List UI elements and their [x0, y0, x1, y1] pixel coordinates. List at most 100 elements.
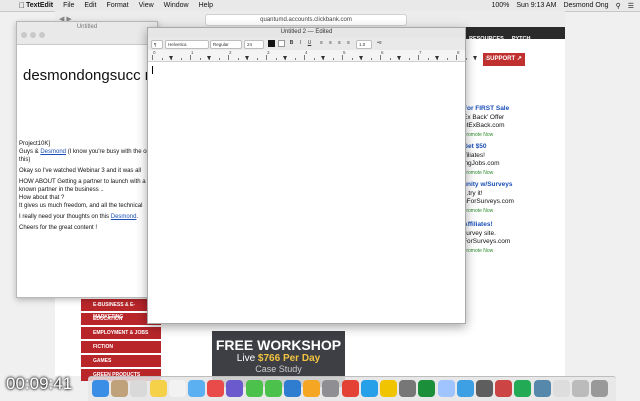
menu-view[interactable]: View [139, 2, 154, 9]
close-icon[interactable] [21, 32, 27, 38]
promote-link[interactable]: Promote Now [463, 207, 563, 216]
document-heading[interactable]: desmondongsucc m [23, 66, 157, 85]
ad-item[interactable]: unity w/Surveys ...try it! hForSurveys.c… [463, 181, 563, 215]
dock-app-icon[interactable] [168, 380, 186, 397]
dock-app-icon[interactable] [341, 380, 359, 397]
dock-app-icon[interactable] [111, 380, 129, 397]
paragraph-style-select[interactable]: ¶ [151, 40, 163, 49]
nav-pytch[interactable]: PYTCH [508, 36, 535, 42]
dock-app-icon[interactable] [380, 380, 397, 397]
ad-title[interactable]: Affiliates! [463, 221, 563, 230]
dock-app-icon[interactable] [591, 380, 609, 397]
font-family-select[interactable]: Helvetica [165, 40, 209, 49]
dock-app-icon[interactable] [303, 380, 321, 397]
zoom-icon[interactable] [39, 32, 45, 38]
user-name[interactable]: Desmond Ong [563, 2, 608, 9]
ruler-tick [351, 58, 353, 60]
tab-stop-marker[interactable] [207, 56, 211, 60]
dock-app-icon[interactable] [188, 380, 205, 397]
category-item[interactable]: EMPLOYMENT & JOBS [81, 327, 161, 339]
tab-stop-marker[interactable] [169, 56, 173, 60]
tab-stop-marker[interactable] [245, 56, 249, 60]
dock-app-icon[interactable] [245, 380, 263, 397]
dock-app-icon[interactable] [207, 380, 225, 397]
ruler-tick [465, 58, 467, 60]
dock-app-icon[interactable] [284, 380, 301, 397]
dock-app-icon[interactable] [130, 380, 148, 397]
dock-app-icon[interactable] [437, 380, 455, 397]
ad-title[interactable]: For FIRST Sale [463, 105, 563, 114]
support-button[interactable]: SUPPORT ↗ [483, 53, 525, 66]
dock-app-icon[interactable] [572, 380, 589, 397]
paragraph: HOW ABOUT Getting a partner to launch wi… [19, 179, 157, 209]
italic-button[interactable]: I [297, 40, 304, 47]
minimize-icon[interactable] [30, 32, 36, 38]
menu-list-icon[interactable]: ☰ [628, 2, 634, 10]
text-color-swatch[interactable] [268, 40, 275, 47]
textedit-window-front[interactable]: Untitled 2 — Edited ¶ Helvetica Regular … [147, 27, 486, 324]
promote-link[interactable]: Promote Now [463, 169, 563, 178]
nav-resources[interactable]: RESOURCES [465, 36, 508, 42]
dock-app-icon[interactable] [322, 380, 340, 397]
clock[interactable]: Sun 9:13 AM [516, 2, 556, 9]
bold-button[interactable]: B [288, 40, 295, 47]
ruler-number: 1 [191, 50, 194, 55]
ad-item[interactable]: For FIRST Sale Ex Back' Offer etExBack.c… [463, 105, 563, 139]
font-size-select[interactable]: 24 [244, 40, 264, 49]
window-title[interactable]: Untitled 2 — Edited [148, 29, 465, 35]
dock-app-icon[interactable] [514, 380, 532, 397]
ad-title[interactable]: unity w/Surveys [463, 181, 563, 190]
dock-app-icon[interactable] [533, 380, 551, 397]
dock-app-icon[interactable] [418, 380, 436, 397]
align-center-icon[interactable]: ≡ [327, 40, 334, 47]
dock-app-icon[interactable] [495, 380, 513, 397]
menu-help[interactable]: Help [199, 2, 213, 9]
menu-app-name[interactable]: TextEdit [26, 2, 53, 9]
tab-stop-marker[interactable] [473, 56, 477, 60]
line-spacing-select[interactable]: 1.0 [356, 40, 372, 49]
document-body[interactable]: Project10K] Guys & Desmond (I know you'r… [19, 140, 157, 235]
tab-stop-marker[interactable] [435, 56, 439, 60]
underline-button[interactable]: U [306, 40, 313, 47]
menu-window[interactable]: Window [164, 2, 189, 9]
dock-app-icon[interactable] [226, 380, 244, 397]
menu-format[interactable]: Format [106, 2, 128, 9]
ad-item[interactable]: Get $50 ffiliates! ingJobs.com Promote N… [463, 143, 563, 177]
mention-link[interactable]: Desmond [40, 149, 66, 155]
recording-timer: 00:09:41 [6, 374, 73, 393]
dock-app-icon[interactable] [476, 380, 493, 397]
tab-stop-marker[interactable] [321, 56, 325, 60]
menu-file[interactable]: File [63, 2, 74, 9]
list-style-icon[interactable]: •≡ [376, 40, 383, 47]
category-item[interactable]: GAMES [81, 355, 161, 367]
promote-link[interactable]: Promote Now [463, 247, 563, 256]
ad-item[interactable]: Affiliates! survey site. ForSurveys.com … [463, 221, 563, 255]
dock-app-icon[interactable] [149, 380, 167, 397]
apple-icon[interactable]:  [19, 1, 25, 10]
font-style-select[interactable]: Regular [210, 40, 242, 49]
category-item[interactable]: FICTION [81, 341, 161, 353]
dock-app-icon[interactable] [92, 380, 109, 397]
dock-app-icon[interactable] [264, 380, 282, 397]
battery-percent[interactable]: 100% [491, 2, 509, 9]
search-icon[interactable]: ⚲ [616, 2, 621, 10]
align-right-icon[interactable]: ≡ [336, 40, 343, 47]
ruler[interactable]: 0 1 2 3 4 5 6 7 8 [148, 50, 486, 62]
ruler-tick [199, 58, 201, 60]
menu-edit[interactable]: Edit [84, 2, 96, 9]
tab-stop-marker[interactable] [359, 56, 363, 60]
mention-link[interactable]: Desmond [111, 214, 137, 220]
justify-icon[interactable]: ≡ [345, 40, 352, 47]
dock-app-icon[interactable] [456, 380, 474, 397]
tab-stop-marker[interactable] [283, 56, 287, 60]
tab-stop-marker[interactable] [397, 56, 401, 60]
textedit-window-back[interactable]: Untitled desmondongsucc m Project10K] Gu… [16, 21, 158, 298]
dock-app-icon[interactable] [399, 380, 417, 397]
promote-link[interactable]: Promote Now [463, 131, 563, 140]
dock-app-icon[interactable] [360, 380, 378, 397]
highlight-color-swatch[interactable] [278, 40, 285, 47]
align-left-icon[interactable]: ≡ [318, 40, 325, 47]
ad-title[interactable]: Get $50 [463, 143, 563, 152]
dock-app-icon[interactable] [552, 380, 570, 397]
url-bar[interactable]: quantumd.accounts.clickbank.com [205, 14, 407, 26]
